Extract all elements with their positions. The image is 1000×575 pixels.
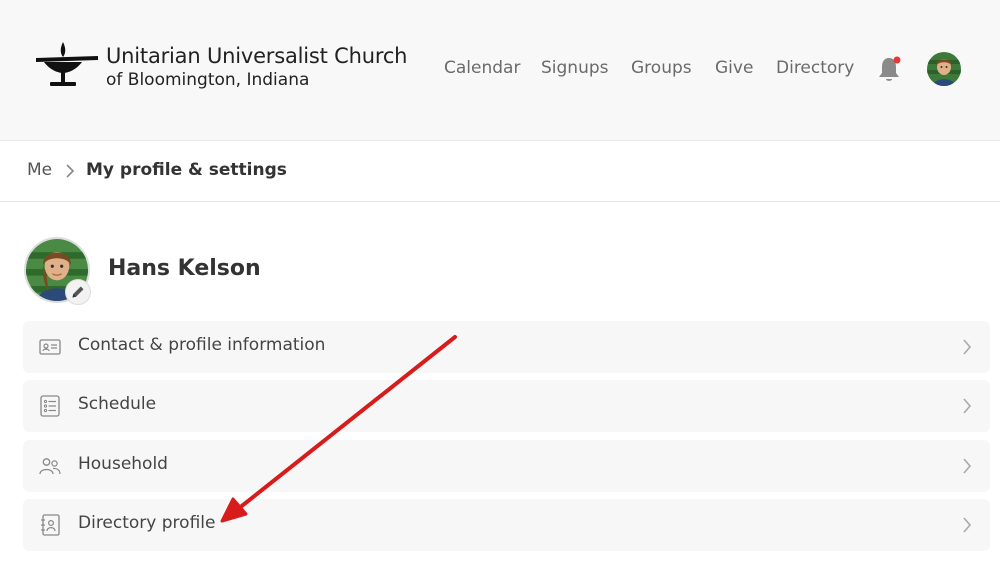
profile-name: Hans Kelson	[108, 256, 261, 281]
notification-dot	[893, 56, 901, 64]
notification-bell-icon[interactable]	[876, 55, 902, 83]
chevron-right-icon	[963, 458, 972, 474]
user-avatar-small[interactable]	[927, 52, 961, 86]
menu-household[interactable]: Household	[23, 440, 990, 492]
menu-label-contact: Contact & profile information	[78, 335, 326, 355]
church-name[interactable]: Unitarian Universalist Church of Bloomin…	[106, 43, 407, 91]
nav-calendar[interactable]: Calendar	[444, 58, 520, 78]
church-chalice-logo-icon[interactable]	[36, 40, 98, 90]
chevron-right-icon	[963, 517, 972, 533]
edit-avatar-pencil-icon[interactable]	[65, 279, 91, 305]
schedule-list-icon	[40, 395, 60, 417]
site-header: Unitarian Universalist Church of Bloomin…	[0, 0, 1000, 141]
menu-schedule[interactable]: Schedule	[23, 380, 990, 432]
chevron-right-icon	[963, 398, 972, 414]
church-name-line1: Unitarian Universalist Church	[106, 44, 408, 68]
household-people-icon	[39, 458, 61, 475]
directory-book-icon	[41, 514, 60, 536]
chevron-right-icon	[66, 164, 75, 178]
contact-card-icon	[39, 339, 61, 355]
nav-signups[interactable]: Signups	[541, 58, 609, 78]
nav-groups[interactable]: Groups	[631, 58, 692, 78]
nav-give[interactable]: Give	[715, 58, 753, 78]
breadcrumb-me-link[interactable]: Me	[27, 160, 52, 180]
menu-directory-profile[interactable]: Directory profile	[23, 499, 990, 551]
menu-label-household: Household	[78, 454, 168, 474]
menu-label-directory: Directory profile	[78, 513, 216, 533]
divider	[0, 201, 1000, 202]
menu-label-schedule: Schedule	[78, 394, 157, 414]
nav-directory[interactable]: Directory	[776, 58, 854, 78]
church-name-line2: of Bloomington, Indiana	[106, 70, 310, 90]
chevron-right-icon	[963, 339, 972, 355]
menu-contact-profile-information[interactable]: Contact & profile information	[23, 321, 990, 373]
breadcrumb-current: My profile & settings	[86, 160, 287, 180]
